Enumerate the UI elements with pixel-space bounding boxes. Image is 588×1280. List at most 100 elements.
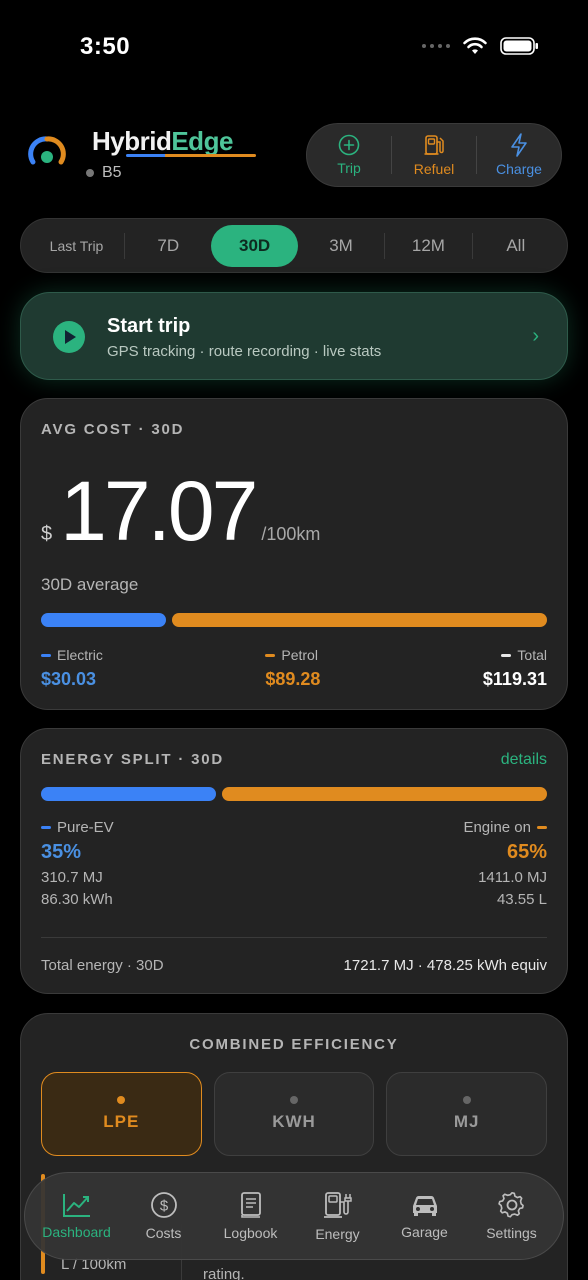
model-status-dot [86, 169, 94, 177]
total-cost-value: $119.31 [482, 669, 547, 689]
efficiency-rating-text: rating. [203, 1266, 245, 1280]
period-last-trip[interactable]: Last Trip [29, 225, 124, 267]
fuel-charge-icon [323, 1192, 352, 1218]
ev-mj: 310.7 MJ [41, 869, 103, 886]
trip-label: Trip [337, 160, 361, 176]
petrol-swatch [265, 653, 276, 657]
details-link[interactable]: details [501, 751, 547, 769]
status-icons [422, 36, 540, 56]
brand-underline [126, 154, 256, 157]
total-cost: Total $119.31 [483, 647, 547, 690]
electric-cost-value: $30.03 [41, 669, 97, 689]
status-time: 3:50 [80, 33, 131, 60]
vehicle-model[interactable]: B5 [86, 164, 122, 182]
period-selector: Last Trip 7D 30D 3M 12M All [20, 218, 568, 273]
avg-cost-card[interactable]: AVG COST · 30D $ 17.07 /100km 30D averag… [20, 398, 568, 710]
app-logo-icon [28, 136, 66, 165]
engine-label: Engine on [463, 819, 531, 836]
total-energy-value: 1721.7 MJ · 478.25 kWh equiv [343, 957, 547, 974]
unselected-dot-icon [290, 1096, 298, 1104]
period-3m[interactable]: 3M [298, 225, 384, 267]
tab-energy[interactable]: Energy [294, 1190, 381, 1242]
lightning-icon [511, 133, 527, 157]
currency-symbol: $ [41, 523, 53, 545]
battery-icon [500, 37, 538, 55]
total-legend: Total [501, 647, 547, 663]
unselected-dot-icon [462, 1096, 471, 1104]
engine-mj: 1411.0 MJ [478, 869, 547, 886]
cost-legend: Electric $30.03 Petrol $89.28 Total $119… [41, 647, 547, 690]
efficiency-option-lpe[interactable]: LPE [41, 1072, 202, 1156]
ev-label: Pure-EV [57, 819, 114, 836]
start-trip-title: Start trip [107, 315, 191, 337]
energy-split-details: Pure-EV 35% 310.7 MJ 86.30 kWh Engine on… [41, 819, 547, 908]
engine-bar-segment [222, 787, 547, 801]
electric-swatch [41, 653, 51, 657]
petrol-cost: Petrol $89.28 [265, 647, 320, 690]
ev-legend: Pure-EV [41, 819, 114, 836]
efficiency-option-label: KWH [272, 1112, 316, 1131]
tab-settings[interactable]: Settings [468, 1191, 555, 1241]
efficiency-option-kwh[interactable]: KWH [213, 1072, 375, 1156]
electric-legend: Electric [41, 647, 103, 663]
tab-logbook[interactable]: Logbook [207, 1191, 294, 1241]
divider [41, 937, 547, 938]
tab-label: Settings [486, 1225, 537, 1241]
petrol-bar-segment [172, 613, 547, 627]
signal-icon [422, 44, 450, 48]
avg-cost-title: AVG COST · 30D [41, 421, 185, 438]
refuel-button[interactable]: Refuel [392, 133, 476, 177]
tab-label: Costs [145, 1225, 182, 1241]
avg-cost-value-row: $ 17.07 /100km [41, 463, 320, 560]
car-icon [412, 1195, 437, 1216]
model-label: B5 [102, 164, 122, 181]
ev-bar-segment [41, 787, 216, 801]
engine-legend: Engine on [463, 819, 547, 836]
play-icon [53, 321, 85, 353]
period-all[interactable]: All [473, 225, 559, 267]
chevron-right-icon: › [532, 325, 539, 347]
period-30d[interactable]: 30D [211, 224, 298, 267]
tab-label: Energy [315, 1226, 360, 1242]
charge-button[interactable]: Charge [477, 133, 561, 177]
avg-cost-unit: /100km [261, 524, 321, 544]
period-7d[interactable]: 7D [125, 225, 211, 267]
fuel-pump-icon [424, 135, 444, 155]
brand-edge: Edge [171, 126, 233, 156]
start-trip-subtitle: GPS tracking · route recording · live st… [107, 343, 382, 360]
app-header: HybridEdge B5 Trip Refuel Charge [20, 120, 568, 190]
trip-button[interactable]: Trip [307, 134, 391, 176]
tab-costs[interactable]: $ Costs [120, 1191, 207, 1241]
energy-split-bar [41, 787, 547, 801]
quick-actions: Trip Refuel Charge [306, 123, 562, 187]
efficiency-option-label: MJ [453, 1112, 480, 1131]
brand-logo: HybridEdge [92, 126, 233, 157]
efficiency-unit-selector: LPE KWH MJ [41, 1072, 548, 1156]
bottom-tab-bar: Dashboard $ Costs Logbook Energy Garage … [24, 1172, 564, 1260]
svg-text:$: $ [159, 1198, 168, 1215]
engine-column: Engine on 65% 1411.0 MJ 43.55 L [463, 819, 547, 908]
engine-percent: 65% [506, 841, 547, 863]
electric-bar-segment [41, 613, 166, 627]
total-energy-label: Total energy · 30D [41, 957, 164, 974]
cost-split-bar [41, 613, 547, 627]
combined-efficiency-title: COMBINED EFFICIENCY [189, 1036, 399, 1053]
book-icon [240, 1192, 261, 1218]
period-12m[interactable]: 12M [385, 225, 471, 267]
tab-garage[interactable]: Garage [381, 1192, 468, 1240]
efficiency-option-label: LPE [103, 1112, 140, 1131]
selected-dot-icon [117, 1096, 126, 1104]
refuel-label: Refuel [413, 161, 455, 177]
chart-trend-icon [62, 1194, 90, 1217]
total-label: Total [517, 647, 547, 663]
ev-column: Pure-EV 35% 310.7 MJ 86.30 kWh [41, 819, 114, 908]
tab-label: Logbook [223, 1225, 278, 1241]
tab-label: Dashboard [42, 1224, 111, 1240]
tab-dashboard[interactable]: Dashboard [33, 1192, 120, 1240]
efficiency-option-mj[interactable]: MJ [386, 1072, 548, 1156]
brand-hybrid: Hybrid [92, 126, 172, 156]
tab-label: Garage [401, 1224, 448, 1240]
start-trip-banner[interactable]: Start trip GPS tracking · route recordin… [20, 292, 568, 380]
petrol-legend: Petrol [265, 647, 320, 663]
gear-icon [497, 1192, 524, 1218]
